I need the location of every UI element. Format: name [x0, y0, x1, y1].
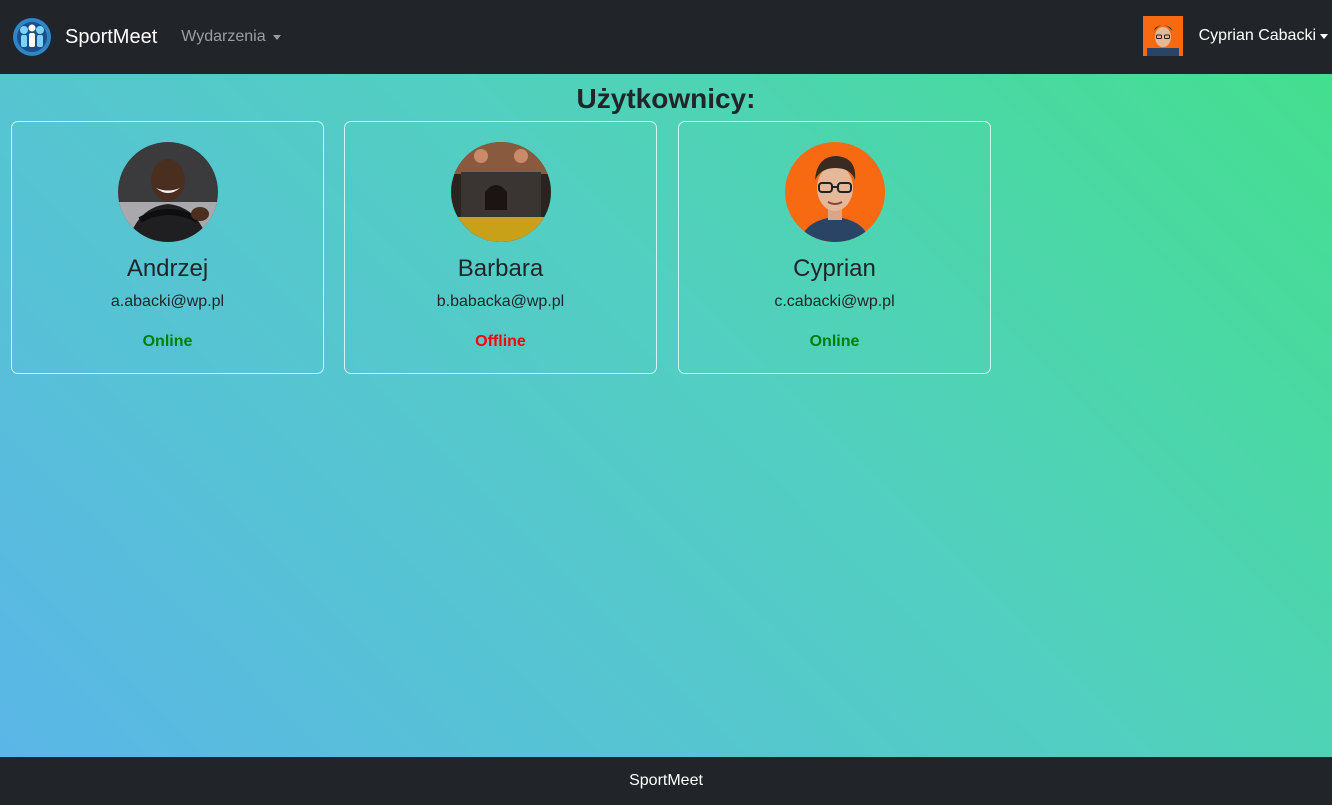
status-badge: Offline: [475, 333, 526, 350]
user-email: a.abacki@wp.pl: [110, 293, 225, 310]
status-badge: Online: [142, 333, 193, 350]
user-name: Barbara: [457, 255, 544, 282]
status-badge: Online: [809, 333, 860, 350]
brand-name: SportMeet: [65, 25, 158, 48]
user-name: Cyprian: [793, 255, 876, 282]
user-menu-dropdown[interactable]: Cyprian Cabacki: [1142, 16, 1328, 56]
footer-text: SportMeet: [629, 772, 703, 789]
brand-link[interactable]: SportMeet: [12, 17, 157, 57]
events-dropdown[interactable]: Wydarzenia: [181, 28, 281, 46]
user-name: Cyprian Cabacki: [1199, 27, 1328, 45]
user-email: b.babacka@wp.pl: [436, 293, 565, 310]
user-card-cyprian[interactable]: Cyprian c.cabacki@wp.pl Online: [678, 121, 991, 374]
footer: SportMeet: [0, 757, 1332, 805]
sportmeet-logo-icon: [12, 17, 52, 57]
caret-down-icon: [272, 34, 281, 40]
user-photo: [118, 142, 218, 242]
page-title: Użytkownicy:: [576, 83, 756, 114]
user-card-andrzej[interactable]: Andrzej a.abacki@wp.pl Online: [11, 121, 324, 374]
user-email: c.cabacki@wp.pl: [774, 293, 895, 310]
user-photo: [451, 142, 551, 242]
user-name: Andrzej: [126, 255, 209, 282]
user-name-label: Cyprian Cabacki: [1198, 27, 1316, 44]
caret-down-icon: [1320, 33, 1328, 39]
user-card-barbara[interactable]: Barbara b.babacka@wp.pl Offline: [344, 121, 657, 374]
top-navbar: SportMeet Wydarzenia Cyprian Cabacki: [0, 0, 1332, 74]
events-dropdown-label: Wydarzenia: [181, 28, 266, 45]
user-photo: [785, 142, 885, 242]
user-avatar: [1142, 16, 1183, 56]
